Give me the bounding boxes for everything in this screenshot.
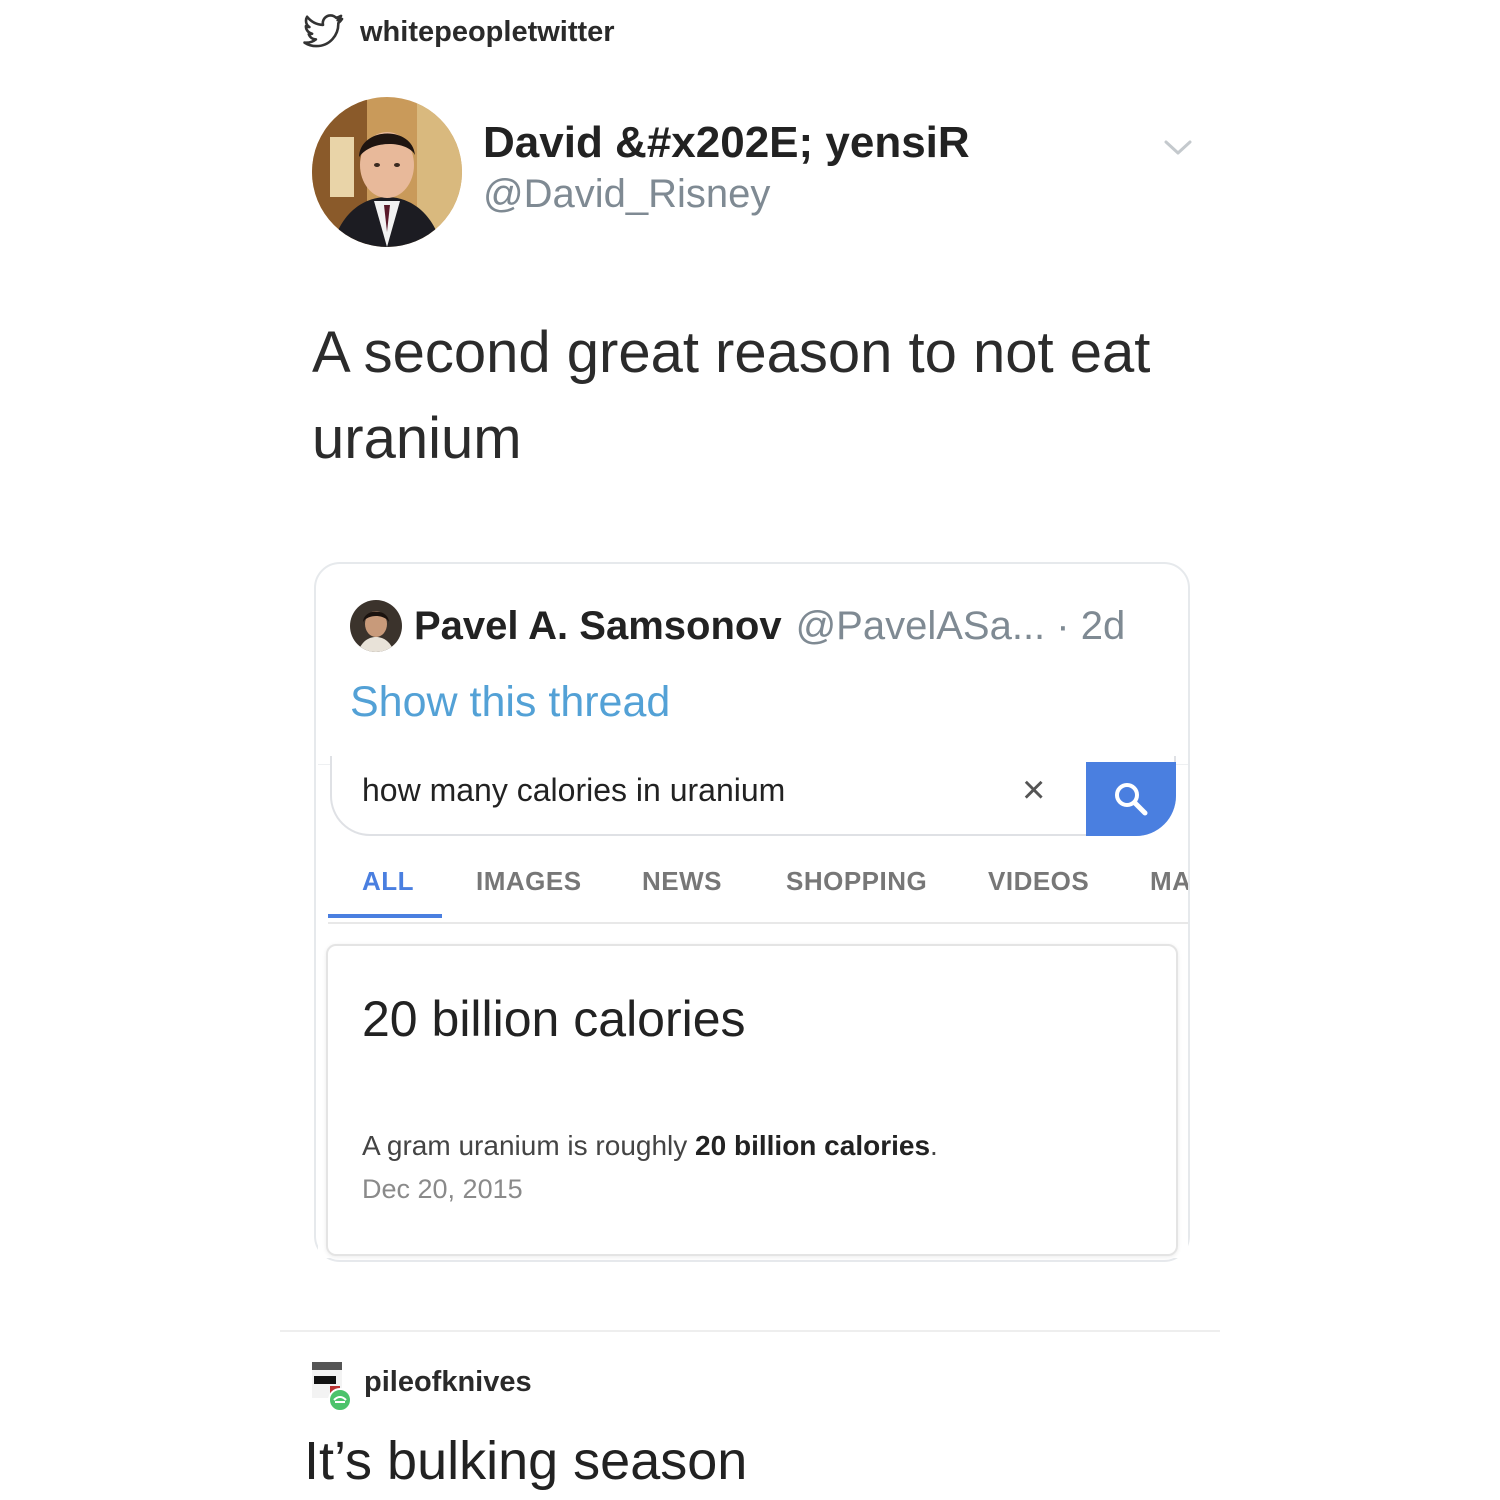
author-display-name[interactable]: David &#x202E; yensiR	[483, 118, 970, 168]
tab-shopping[interactable]: SHOPPING	[786, 866, 927, 897]
chevron-down-icon[interactable]	[1160, 132, 1196, 162]
clear-search-icon[interactable]: ×	[1022, 768, 1045, 813]
author-handle[interactable]: @David_Risney	[483, 172, 770, 217]
reblogger-username[interactable]: pileofknives	[364, 1366, 532, 1399]
search-icon	[1115, 783, 1148, 816]
avatar-portrait-image	[312, 97, 462, 247]
answer-snippet: A gram uranium is roughly 20 billion cal…	[362, 1130, 938, 1161]
quoted-author-name[interactable]: Pavel A. Samsonov	[414, 604, 782, 649]
quoted-tweet-header: Pavel A. Samsonov @PavelASa... · 2d	[350, 598, 1125, 654]
twitter-bird-icon	[303, 14, 344, 48]
tab-all[interactable]: ALL	[362, 866, 414, 897]
tab-videos[interactable]: VIDEOS	[988, 866, 1089, 897]
reblog-comment: It’s bulking season	[304, 1431, 748, 1491]
active-tab-indicator	[328, 914, 442, 918]
quoted-author-handle-time: @PavelASa... · 2d	[795, 603, 1126, 648]
answer-headline: 20 billion calories	[362, 991, 746, 1047]
tab-more[interactable]: MA	[1150, 866, 1188, 897]
answer-date: Dec 20, 2015	[362, 1174, 523, 1204]
search-query-text: how many calories in uranium	[362, 772, 786, 808]
author-avatar[interactable]	[312, 97, 462, 247]
tab-news[interactable]: NEWS	[642, 866, 722, 897]
search-button[interactable]	[1086, 762, 1176, 836]
tweet-text: A second great reason to not eat uranium	[312, 320, 1151, 471]
quoted-author-avatar[interactable]	[350, 600, 402, 652]
post-divider	[280, 1330, 1220, 1332]
reblog-source[interactable]: whitepeopletwitter	[302, 10, 615, 54]
tab-images[interactable]: IMAGES	[476, 866, 582, 897]
show-thread-link[interactable]: Show this thread	[350, 678, 670, 727]
reblogger-avatar[interactable]	[310, 1362, 354, 1414]
source-username[interactable]: whitepeopletwitter	[360, 16, 615, 49]
tabs-divider	[328, 922, 1188, 924]
